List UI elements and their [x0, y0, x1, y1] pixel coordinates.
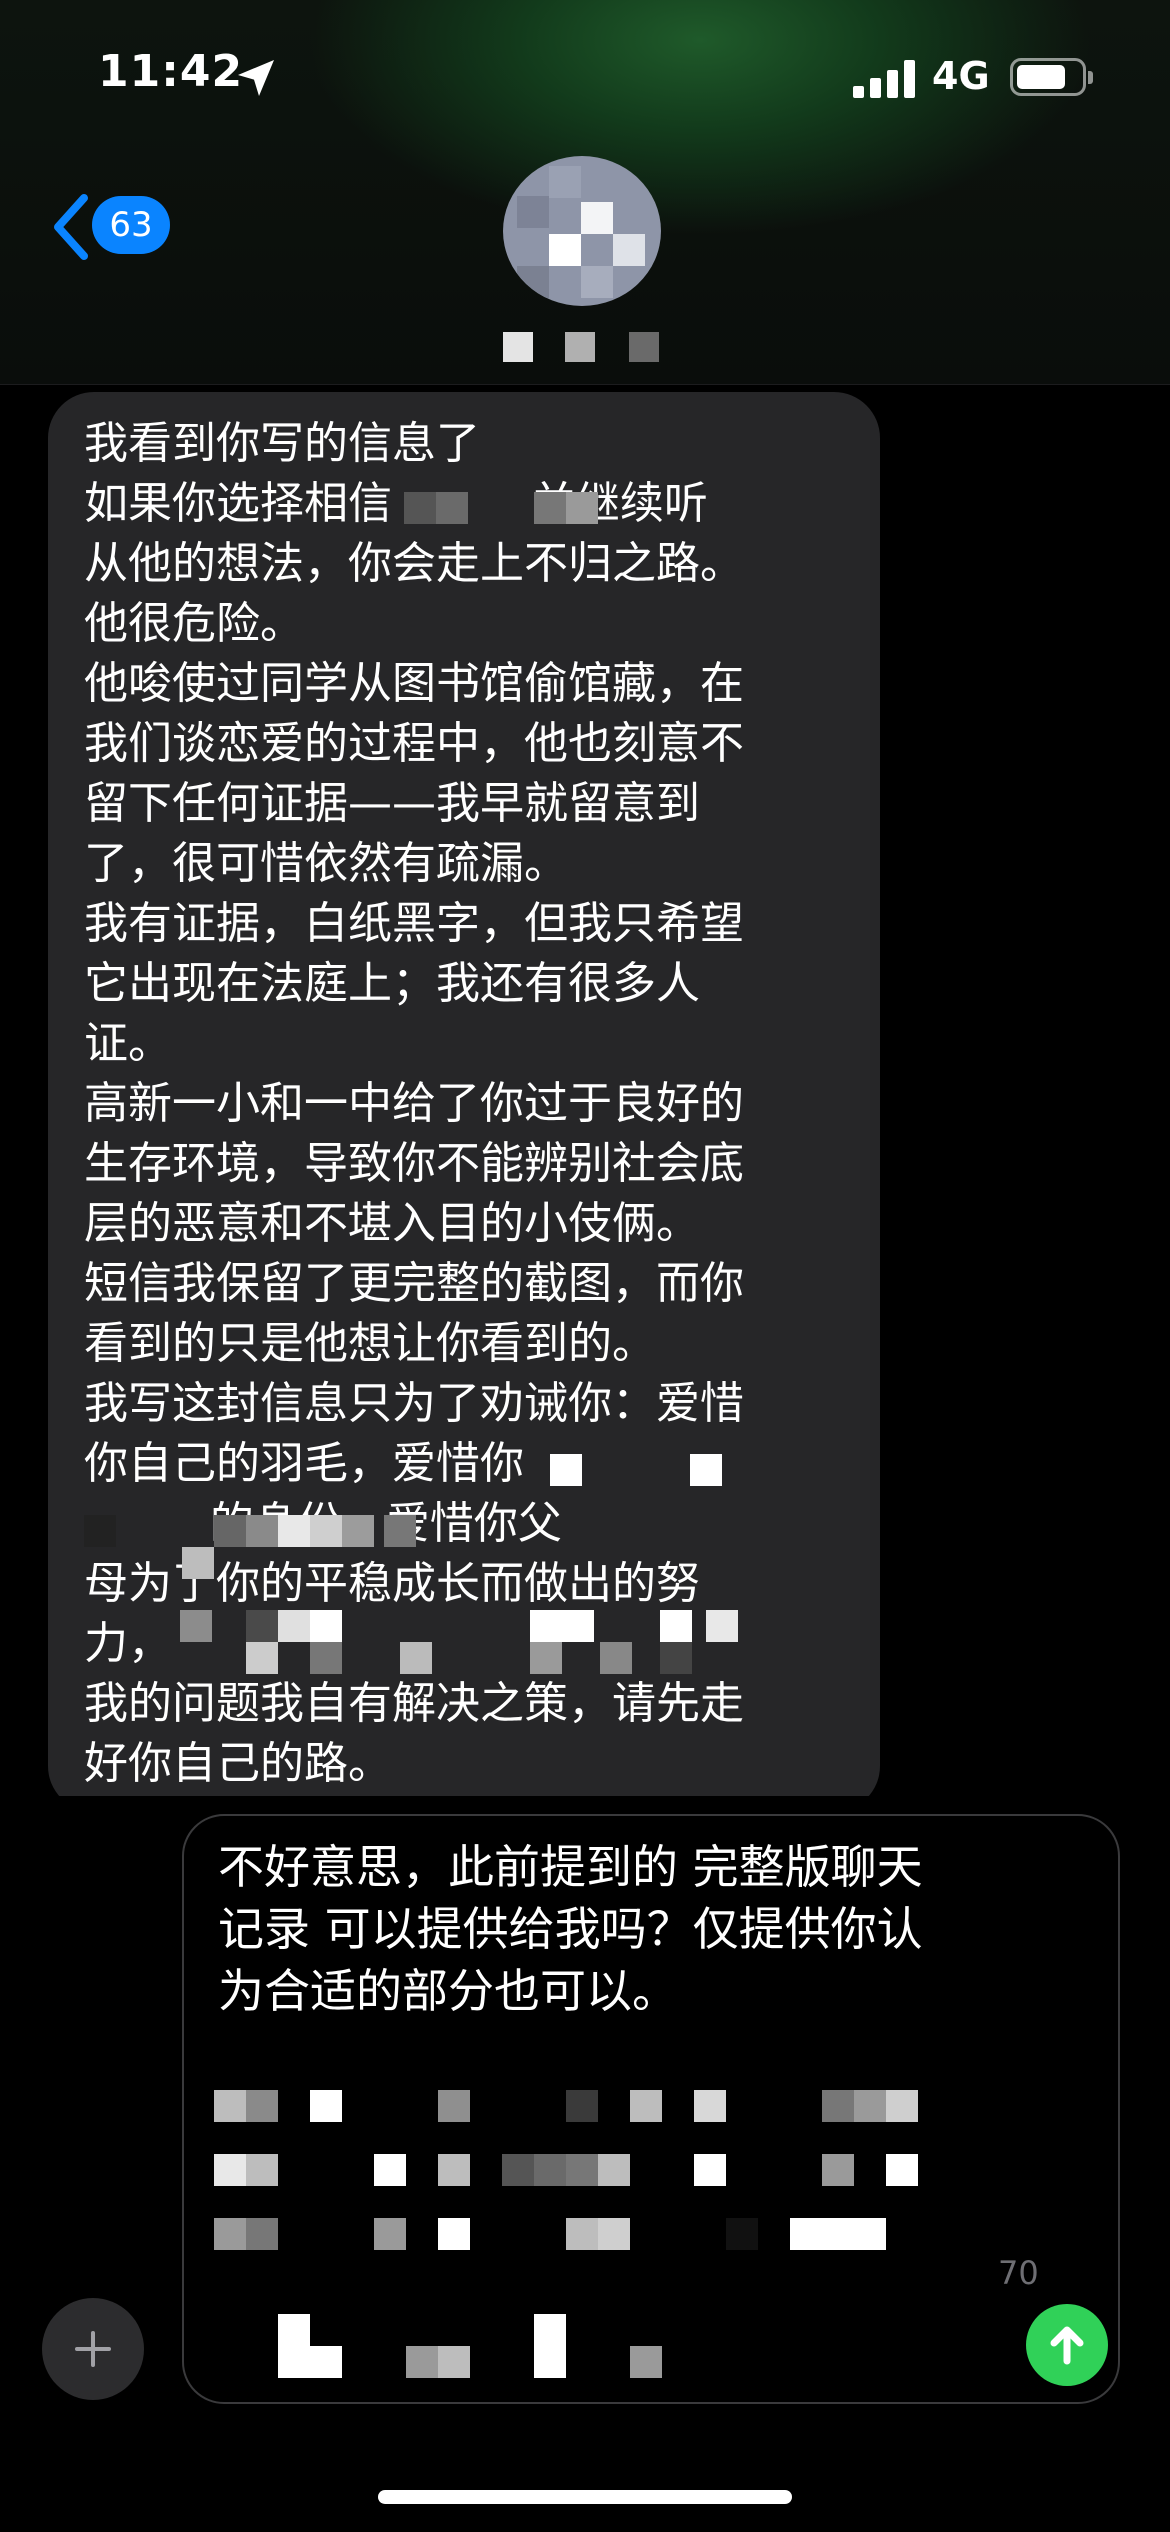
- character-count: 70: [998, 2254, 1039, 2292]
- redaction-mosaic: [214, 2090, 954, 2430]
- contact-name-redacted[interactable]: [503, 332, 663, 364]
- incoming-message-text: 我看到你写的信息了 如果你选择相信 并继续听 从他的想法，你会走上不归之路。 他…: [84, 418, 744, 1789]
- message-draft-text[interactable]: 不好意思，此前提到的 完整版聊天 记录 可以提供给我吗？仅提供你认 为合适的部分…: [218, 1836, 1018, 2022]
- chevron-left-icon[interactable]: [48, 192, 92, 262]
- signal-icon: [853, 58, 917, 98]
- network-type: 4G: [932, 54, 990, 98]
- redaction-mosaic: [84, 1505, 444, 1579]
- contact-avatar[interactable]: [503, 156, 661, 306]
- battery-icon: [1010, 58, 1093, 96]
- redaction-mosaic: [550, 1450, 730, 1490]
- arrow-up-icon: [1050, 2326, 1084, 2365]
- unread-badge[interactable]: 63: [92, 196, 170, 254]
- plus-icon: [75, 2331, 111, 2367]
- redaction-mosaic: [404, 488, 624, 528]
- send-button[interactable]: [1026, 2304, 1108, 2386]
- status-time: 11:42: [98, 46, 244, 97]
- home-indicator[interactable]: [378, 2490, 792, 2504]
- location-arrow-icon: [238, 60, 274, 96]
- conversation-header: 11:42 4G 63: [0, 0, 1170, 385]
- add-attachment-button[interactable]: [42, 2298, 144, 2400]
- redaction-mosaic: [150, 1600, 790, 1680]
